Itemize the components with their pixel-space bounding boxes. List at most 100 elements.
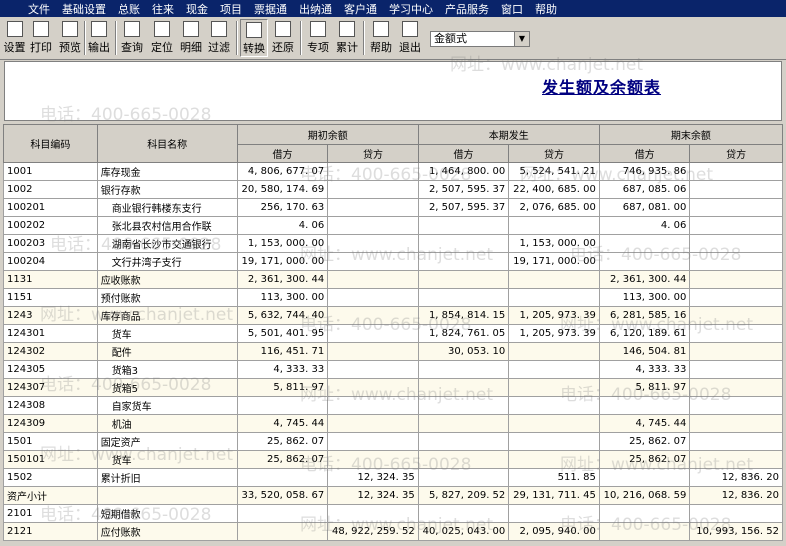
header-closing-credit[interactable]: 贷方 — [689, 144, 783, 163]
header-current-debit[interactable]: 借方 — [417, 144, 510, 163]
toolbar-button-8[interactable]: 转换 — [240, 19, 268, 57]
toolbar-button-9[interactable]: 还原 — [269, 19, 297, 57]
table-row[interactable]: 2121 应付账款 48, 922, 259. 52 40, 025, 043. 00… — [3, 522, 783, 541]
header-opening-credit[interactable]: 贷方 — [327, 144, 419, 163]
cell-cc: 22, 400, 685. 00 — [508, 180, 600, 199]
cell-od: 4. 06 — [236, 216, 329, 235]
toolbar-button-7[interactable]: 过滤 — [206, 19, 232, 57]
cell-cc: 29, 131, 711. 45 — [508, 486, 600, 505]
toolbar-button-11[interactable]: 累计 — [334, 19, 360, 57]
cell-cd — [417, 432, 510, 451]
table-row[interactable]: 1502 累计折旧 12, 324. 35 511. 85 12, 836. 20 — [3, 468, 783, 487]
toolbar-button-6[interactable]: 明细 — [178, 19, 204, 57]
table-row[interactable]: 124305 货箱3 4, 333. 33 4, 333. 33 — [3, 360, 783, 379]
cell-name: 机油 — [96, 414, 238, 433]
header-name[interactable]: 科目名称 — [96, 124, 238, 163]
table-row[interactable]: 1001 库存现金 4, 806, 677. 07 1, 464, 800. 00 5,… — [3, 162, 783, 181]
cell-ec: 12, 836. 20 — [689, 468, 783, 487]
cell-oc — [327, 378, 419, 397]
menu-item[interactable]: 学习中心 — [383, 1, 439, 17]
cell-ed — [598, 504, 691, 523]
table-row[interactable]: 100202 张北县农村信用合作联 4. 06 4. 06 — [3, 216, 783, 235]
toolbar-button-4[interactable]: 查询 — [118, 19, 146, 57]
header-code[interactable]: 科目编码 — [3, 124, 98, 163]
cell-name — [96, 486, 238, 505]
header-current: 本期发生 — [417, 124, 600, 145]
cell-od: 20, 580, 174. 69 — [236, 180, 329, 199]
cell-ec: 10, 993, 156. 52 — [689, 522, 783, 541]
menu-item[interactable]: 窗口 — [495, 1, 529, 17]
table-row[interactable]: 1002 银行存款 20, 580, 174. 69 2, 507, 595. 37 2… — [3, 180, 783, 199]
print-icon — [33, 21, 49, 37]
cell-name: 货车 — [96, 324, 238, 343]
header-opening-debit[interactable]: 借方 — [236, 144, 329, 163]
cell-name: 自家货车 — [96, 396, 238, 415]
menu-item[interactable]: 出纳通 — [293, 1, 338, 17]
menu-item[interactable]: 基础设置 — [56, 1, 112, 17]
toolbar-button-label: 退出 — [399, 41, 421, 54]
table-row[interactable]: 124307 货箱5 5, 811. 97 5, 811. 97 — [3, 378, 783, 397]
menu-item[interactable]: 总账 — [112, 1, 146, 17]
cell-code: 1151 — [3, 288, 98, 307]
cell-od: 33, 520, 058. 67 — [236, 486, 329, 505]
menu-item[interactable]: 项目 — [214, 1, 248, 17]
cell-name: 短期借款 — [96, 504, 238, 523]
balance-table: 科目编码 科目名称 期初余额 本期发生 期末余额 借方 贷方 借方 贷方 借方 … — [3, 124, 784, 541]
menu-item[interactable]: 文件 — [0, 1, 56, 17]
cell-oc — [327, 270, 419, 289]
cell-ed: 746, 935. 86 — [598, 162, 691, 181]
cell-oc — [327, 252, 419, 271]
menu-item[interactable]: 帮助 — [529, 1, 563, 17]
chevron-down-icon[interactable]: ▼ — [514, 32, 529, 46]
table-row[interactable]: 100203 湖南省长沙市交通银行 1, 153, 000. 00 1, 153, 0… — [3, 234, 783, 253]
cell-name: 预付账款 — [96, 288, 238, 307]
cell-ed: 4. 06 — [598, 216, 691, 235]
format-select[interactable]: 金额式 ▼ — [430, 31, 530, 47]
table-row[interactable]: 124301 货车 5, 501, 401. 95 1, 824, 761. 05 1,… — [3, 324, 783, 343]
help-icon — [373, 21, 389, 37]
cell-ec — [689, 414, 783, 433]
cell-code: 1502 — [3, 468, 98, 487]
cell-cd — [417, 468, 510, 487]
cell-oc — [327, 504, 419, 523]
table-row[interactable]: 100201 商业银行韩楼东支行 256, 170. 63 2, 507, 595. … — [3, 198, 783, 217]
menu-item[interactable]: 票据通 — [248, 1, 293, 17]
cell-ec — [689, 288, 783, 307]
header-closing-debit[interactable]: 借方 — [598, 144, 691, 163]
toolbar-button-2[interactable]: 预览 — [57, 19, 83, 57]
cell-ec — [689, 450, 783, 469]
header-current-credit[interactable]: 贷方 — [508, 144, 600, 163]
table-row[interactable]: 1151 预付账款 113, 300. 00 113, 300. 00 — [3, 288, 783, 307]
table-row[interactable]: 124308 自家货车 — [3, 396, 783, 415]
table-row[interactable]: 资产小计 33, 520, 058. 67 12, 324. 35 5, 827, 2… — [3, 486, 783, 505]
cell-ed: 5, 811. 97 — [598, 378, 691, 397]
menu-item[interactable]: 现金 — [180, 1, 214, 17]
cell-code: 2101 — [3, 504, 98, 523]
menu-item[interactable]: 客户通 — [338, 1, 383, 17]
toolbar-button-12[interactable]: 帮助 — [367, 19, 395, 57]
table-row[interactable]: 124302 配件 116, 451. 71 30, 053. 10 146, 504.… — [3, 342, 783, 361]
cell-name: 库存商品 — [96, 306, 238, 325]
table-row[interactable]: 150101 货车 25, 862. 07 25, 862. 07 — [3, 450, 783, 469]
table-row[interactable]: 124309 机油 4, 745. 44 4, 745. 44 — [3, 414, 783, 433]
table-row[interactable]: 100204 文行井湾子支行 19, 171, 000. 00 19, 171, 00… — [3, 252, 783, 271]
cell-ec — [689, 378, 783, 397]
menu-item[interactable]: 往来 — [146, 1, 180, 17]
cell-name: 配件 — [96, 342, 238, 361]
sum-icon — [339, 21, 355, 37]
cell-code: 124305 — [3, 360, 98, 379]
table-row[interactable]: 1131 应收账款 2, 361, 300. 44 2, 361, 300. 44 — [3, 270, 783, 289]
cell-ed: 6, 281, 585. 16 — [598, 306, 691, 325]
toolbar-button-5[interactable]: 定位 — [149, 19, 175, 57]
toolbar-button-0[interactable]: 设置 — [2, 19, 27, 57]
toolbar-button-1[interactable]: 打印 — [28, 19, 54, 57]
toolbar-button-3[interactable]: 输出 — [86, 19, 112, 57]
table-row[interactable]: 1243 库存商品 5, 632, 744. 40 1, 854, 814. 15 1,… — [3, 306, 783, 325]
cell-code: 100202 — [3, 216, 98, 235]
toolbar-button-10[interactable]: 专项 — [304, 19, 332, 57]
menu-item[interactable]: 产品服务 — [439, 1, 495, 17]
table-row[interactable]: 2101 短期借款 — [3, 504, 783, 523]
toolbar-button-label: 打印 — [30, 41, 52, 54]
toolbar-button-13[interactable]: 退出 — [397, 19, 423, 57]
table-row[interactable]: 1501 固定资产 25, 862. 07 25, 862. 07 — [3, 432, 783, 451]
